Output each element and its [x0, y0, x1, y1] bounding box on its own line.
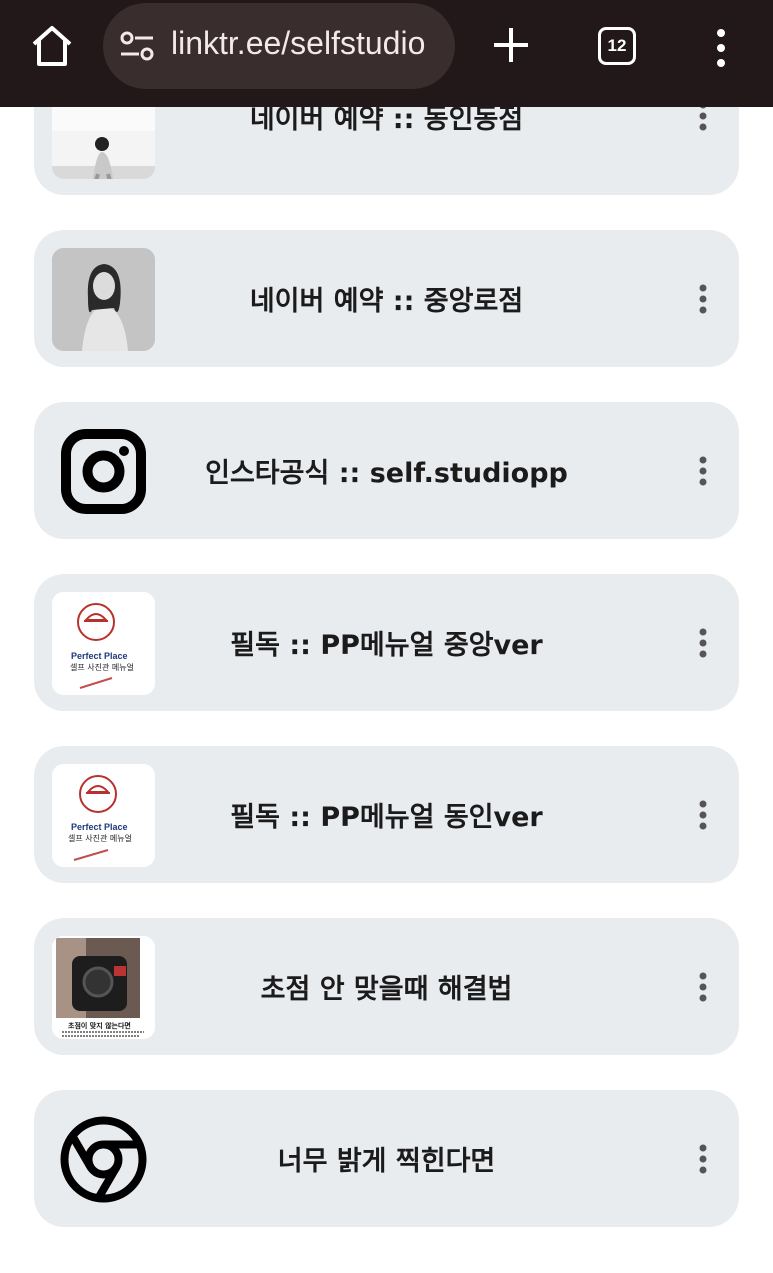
perfect-place-logo: Perfect Place 셀프 사진관 메뉴얼: [52, 764, 155, 867]
camera-photo: 초점이 맞지 않는다면: [52, 936, 155, 1039]
more-options-icon[interactable]: [699, 1144, 707, 1174]
more-options-icon[interactable]: [699, 972, 707, 1002]
tab-switcher-button[interactable]: 12: [598, 27, 636, 65]
browser-toolbar: linktr.ee/selfstudio 12: [0, 0, 773, 107]
link-thumbnail: [52, 248, 155, 351]
link-title: 네이버 예약 :: 중앙로점: [249, 286, 524, 317]
woman-portrait-photo: [52, 248, 155, 351]
link-title: 너무 밝게 찍힌다면: [277, 1146, 496, 1177]
link-card-too-bright[interactable]: 너무 밝게 찍힌다면: [34, 1090, 739, 1227]
sub-text: 셀프 사진관 메뉴얼: [70, 662, 134, 672]
link-card-naver-jungang[interactable]: 네이버 예약 :: 중앙로점: [34, 230, 739, 367]
link-thumbnail: 초점이 맞지 않는다면: [52, 936, 155, 1039]
link-card-focus-fix[interactable]: 초점이 맞지 않는다면 초점 안 맞을때 해결법: [34, 918, 739, 1055]
more-menu-icon[interactable]: [712, 28, 730, 68]
link-card-manual-jungang[interactable]: Perfect Place 셀프 사진관 메뉴얼 필독 :: PP메뉴얼 중앙v…: [34, 574, 739, 711]
more-options-icon[interactable]: [699, 800, 707, 830]
chrome-icon: [60, 1116, 147, 1203]
more-options-icon[interactable]: [699, 456, 707, 486]
link-title: 필독 :: PP메뉴얼 동인ver: [230, 802, 543, 833]
more-options-icon[interactable]: [699, 628, 707, 658]
more-options-icon[interactable]: [699, 284, 707, 314]
url-text[interactable]: linktr.ee/selfstudio: [171, 25, 425, 62]
link-title: 초점 안 맞을때 해결법: [260, 974, 513, 1005]
caption-text: 초점이 맞지 않는다면: [68, 1021, 131, 1030]
sub-text: 셀프 사진관 메뉴얼: [68, 833, 132, 843]
link-title: 필독 :: PP메뉴얼 중앙ver: [230, 630, 543, 661]
address-bar[interactable]: linktr.ee/selfstudio: [103, 3, 455, 89]
link-thumbnail: [52, 1108, 155, 1211]
link-thumbnail: Perfect Place 셀프 사진관 메뉴얼: [52, 764, 155, 867]
link-thumbnail: Perfect Place 셀프 사진관 메뉴얼: [52, 592, 155, 695]
new-tab-icon[interactable]: [490, 24, 532, 66]
link-thumbnail: [52, 420, 155, 523]
link-card-instagram[interactable]: 인스타공식 :: self.studiopp: [34, 402, 739, 539]
site-settings-icon[interactable]: [119, 30, 155, 62]
perfect-place-logo: Perfect Place 셀프 사진관 메뉴얼: [52, 592, 155, 695]
link-card-manual-dongin[interactable]: Perfect Place 셀프 사진관 메뉴얼 필독 :: PP메뉴얼 동인v…: [34, 746, 739, 883]
tab-count: 12: [607, 36, 627, 55]
link-title: 인스타공식 :: self.studiopp: [205, 458, 568, 489]
brand-text: Perfect Place: [71, 822, 128, 832]
home-icon[interactable]: [28, 22, 76, 70]
brand-text: Perfect Place: [71, 651, 128, 661]
instagram-icon: [61, 429, 146, 514]
